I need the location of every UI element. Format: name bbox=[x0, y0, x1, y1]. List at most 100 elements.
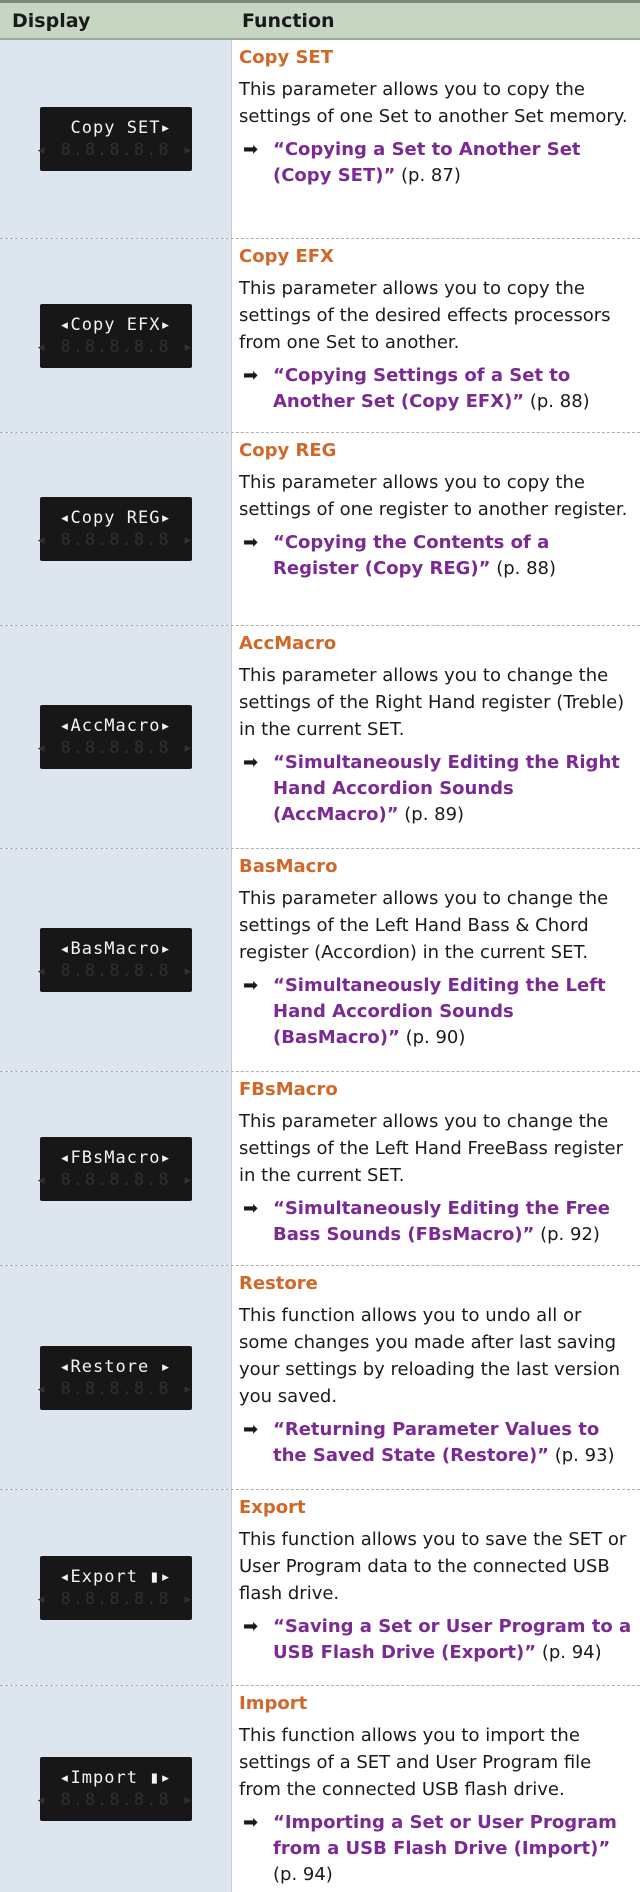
lcd-line-1: ◂Restore ▸ bbox=[59, 1356, 172, 1377]
page-number: (p. 94) bbox=[273, 1864, 333, 1885]
function-cell: Copy EFX This parameter allows you to co… bbox=[232, 239, 640, 432]
table-row-copy-set: Copy SET▸ ◂ 8.8.8.8.8 ▸ Copy SET This pa… bbox=[0, 40, 640, 239]
lcd-line-2: ◂ 8.8.8.8.8 ▸ bbox=[35, 140, 196, 160]
display-cell: ◂AccMacro▸ ◂ 8.8.8.8.8 ▸ bbox=[0, 626, 232, 848]
lcd-line-2: ◂ 8.8.8.8.8 ▸ bbox=[35, 961, 196, 981]
lcd-line-1: ◂Export ▮▸ bbox=[59, 1566, 172, 1587]
arrow-right-icon: ➡ bbox=[243, 532, 259, 553]
function-cell: Copy SET This parameter allows you to co… bbox=[232, 40, 640, 238]
function-title: Restore bbox=[239, 1273, 318, 1294]
lcd-line-2: ◂ 8.8.8.8.8 ▸ bbox=[35, 1378, 196, 1399]
lcd-display: Copy SET▸ ◂ 8.8.8.8.8 ▸ bbox=[36, 107, 193, 171]
lcd-display: ◂Import ▮▸ ◂ 8.8.8.8.8 ▸ bbox=[36, 1757, 193, 1821]
lcd-display: ◂BasMacro▸ ◂ 8.8.8.8.8 ▸ bbox=[36, 928, 193, 992]
table-row-copy-reg: ◂Copy REG▸ ◂ 8.8.8.8.8 ▸ Copy REG This p… bbox=[0, 433, 640, 626]
function-cell: Import This function allows you to impor… bbox=[232, 1686, 640, 1892]
page-reference: ➡ “Simultaneously Editing the Free Bass … bbox=[239, 1196, 634, 1248]
arrow-right-icon: ➡ bbox=[243, 139, 259, 160]
arrow-right-icon: ➡ bbox=[243, 1616, 259, 1637]
function-description: This function allows you to import the s… bbox=[239, 1725, 592, 1800]
table-row-restore: ◂Restore ▸ ◂ 8.8.8.8.8 ▸ Restore This fu… bbox=[0, 1266, 640, 1490]
function-table: Display Function Copy SET▸ ◂ 8.8.8.8.8 ▸… bbox=[0, 0, 640, 1892]
lcd-line-1: ◂Copy EFX▸ bbox=[59, 314, 172, 335]
table-row-copy-efx: ◂Copy EFX▸ ◂ 8.8.8.8.8 ▸ Copy EFX This p… bbox=[0, 239, 640, 433]
function-description: This parameter allows you to copy the se… bbox=[239, 472, 628, 520]
lcd-line-1: Copy SET▸ bbox=[59, 118, 172, 138]
table-row-accmacro: ◂AccMacro▸ ◂ 8.8.8.8.8 ▸ AccMacro This p… bbox=[0, 626, 640, 849]
function-title: Import bbox=[239, 1693, 308, 1714]
function-cell: Restore This function allows you to undo… bbox=[232, 1266, 640, 1489]
page-number: (p. 94) bbox=[536, 1642, 602, 1663]
function-title: FBsMacro bbox=[239, 1079, 338, 1100]
page-reference: ➡ “Copying the Contents of a Register (C… bbox=[239, 530, 634, 582]
page-number: (p. 90) bbox=[399, 1027, 466, 1048]
lcd-line-1: ◂BasMacro▸ bbox=[59, 939, 172, 959]
page-number: (p. 87) bbox=[395, 165, 461, 186]
reference-link[interactable]: “Importing a Set or User Program from a … bbox=[273, 1812, 617, 1859]
table-row-import: ◂Import ▮▸ ◂ 8.8.8.8.8 ▸ Import This fun… bbox=[0, 1686, 640, 1892]
display-cell: ◂Copy EFX▸ ◂ 8.8.8.8.8 ▸ bbox=[0, 239, 232, 432]
lcd-line-2: ◂ 8.8.8.8.8 ▸ bbox=[35, 1169, 196, 1190]
table-row-export: ◂Export ▮▸ ◂ 8.8.8.8.8 ▸ Export This fun… bbox=[0, 1490, 640, 1686]
page-number: (p. 88) bbox=[490, 558, 557, 579]
function-description: This function allows you to save the SET… bbox=[239, 1529, 627, 1604]
table-row-basmacro: ◂BasMacro▸ ◂ 8.8.8.8.8 ▸ BasMacro This p… bbox=[0, 849, 640, 1072]
display-cell: ◂Copy REG▸ ◂ 8.8.8.8.8 ▸ bbox=[0, 433, 232, 625]
lcd-line-1: ◂AccMacro▸ bbox=[59, 716, 172, 736]
lcd-line-2: ◂ 8.8.8.8.8 ▸ bbox=[35, 738, 196, 758]
display-cell: ◂FBsMacro▸ ◂ 8.8.8.8.8 ▸ bbox=[0, 1072, 232, 1265]
page-reference: ➡ “Saving a Set or User Program to a USB… bbox=[239, 1614, 634, 1666]
lcd-line-1: ◂FBsMacro▸ bbox=[59, 1147, 172, 1168]
page-reference: ➡ “Simultaneously Editing the Left Hand … bbox=[239, 973, 634, 1051]
display-cell: ◂Import ▮▸ ◂ 8.8.8.8.8 ▸ bbox=[0, 1686, 232, 1892]
lcd-line-2: ◂ 8.8.8.8.8 ▸ bbox=[35, 530, 196, 550]
lcd-display: ◂Restore ▸ ◂ 8.8.8.8.8 ▸ bbox=[36, 1345, 193, 1410]
function-description: This parameter allows you to change the … bbox=[239, 888, 609, 963]
lcd-display: ◂FBsMacro▸ ◂ 8.8.8.8.8 ▸ bbox=[36, 1136, 193, 1201]
lcd-line-2: ◂ 8.8.8.8.8 ▸ bbox=[35, 336, 196, 357]
lcd-display: ◂Copy EFX▸ ◂ 8.8.8.8.8 ▸ bbox=[36, 303, 193, 368]
page-reference: ➡ “Simultaneously Editing the Right Hand… bbox=[239, 750, 634, 828]
page-reference: ➡ “Returning Parameter Values to the Sav… bbox=[239, 1417, 634, 1469]
display-cell: ◂BasMacro▸ ◂ 8.8.8.8.8 ▸ bbox=[0, 849, 232, 1071]
lcd-line-2: ◂ 8.8.8.8.8 ▸ bbox=[35, 1790, 196, 1810]
display-cell: ◂Export ▮▸ ◂ 8.8.8.8.8 ▸ bbox=[0, 1490, 232, 1685]
page-number: (p. 88) bbox=[524, 391, 590, 412]
arrow-right-icon: ➡ bbox=[243, 365, 259, 386]
function-title: BasMacro bbox=[239, 856, 338, 877]
function-title: Copy EFX bbox=[239, 246, 334, 267]
lcd-line-2: ◂ 8.8.8.8.8 ▸ bbox=[35, 1588, 196, 1609]
page-reference: ➡ “Importing a Set or User Program from … bbox=[239, 1810, 634, 1888]
function-title: Copy SET bbox=[239, 47, 333, 68]
function-cell: AccMacro This parameter allows you to ch… bbox=[232, 626, 640, 848]
page-number: (p. 89) bbox=[398, 804, 465, 825]
lcd-display: ◂Export ▮▸ ◂ 8.8.8.8.8 ▸ bbox=[36, 1555, 193, 1620]
lcd-display: ◂Copy REG▸ ◂ 8.8.8.8.8 ▸ bbox=[36, 497, 193, 561]
arrow-right-icon: ➡ bbox=[243, 975, 259, 996]
function-description: This function allows you to undo all or … bbox=[239, 1305, 620, 1407]
function-title: Copy REG bbox=[239, 440, 337, 461]
function-description: This parameter allows you to change the … bbox=[239, 665, 625, 740]
function-description: This parameter allows you to copy the se… bbox=[239, 79, 628, 127]
page-reference: ➡ “Copying Settings of a Set to Another … bbox=[239, 363, 634, 415]
page-reference: ➡ “Copying a Set to Another Set (Copy SE… bbox=[239, 137, 634, 189]
arrow-right-icon: ➡ bbox=[243, 1812, 259, 1833]
page-number: (p. 93) bbox=[549, 1445, 615, 1466]
arrow-right-icon: ➡ bbox=[243, 752, 259, 773]
page-number: (p. 92) bbox=[534, 1224, 600, 1245]
table-header: Display Function bbox=[0, 0, 640, 40]
lcd-line-1: ◂Copy REG▸ bbox=[59, 508, 172, 528]
function-cell: BasMacro This parameter allows you to ch… bbox=[232, 849, 640, 1071]
arrow-right-icon: ➡ bbox=[243, 1419, 259, 1440]
display-cell: Copy SET▸ ◂ 8.8.8.8.8 ▸ bbox=[0, 40, 232, 238]
lcd-display: ◂AccMacro▸ ◂ 8.8.8.8.8 ▸ bbox=[36, 705, 193, 769]
function-cell: FBsMacro This parameter allows you to ch… bbox=[232, 1072, 640, 1265]
function-cell: Copy REG This parameter allows you to co… bbox=[232, 433, 640, 625]
function-column-header: Function bbox=[242, 10, 335, 32]
function-title: AccMacro bbox=[239, 633, 337, 654]
arrow-right-icon: ➡ bbox=[243, 1198, 259, 1219]
display-cell: ◂Restore ▸ ◂ 8.8.8.8.8 ▸ bbox=[0, 1266, 232, 1489]
function-description: This parameter allows you to change the … bbox=[239, 1111, 624, 1186]
function-title: Export bbox=[239, 1497, 306, 1518]
display-column-header: Display bbox=[12, 10, 91, 32]
